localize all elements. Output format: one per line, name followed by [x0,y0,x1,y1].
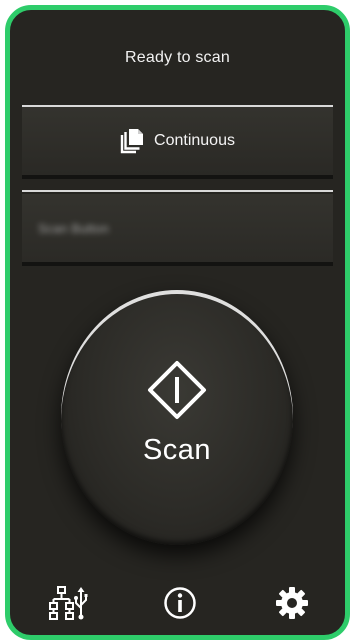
scan-button[interactable]: Scan [61,290,293,545]
continuous-mode-button[interactable]: Continuous [22,107,333,175]
scan-profile-button[interactable]: Scan Button [22,194,333,262]
middle-divider [22,190,333,192]
info-icon[interactable] [158,583,202,623]
documents-icon [120,129,144,154]
scan-label: Scan [142,434,212,466]
settings-gear-icon[interactable] [270,583,314,623]
mode-label: Continuous [154,132,235,149]
scanner-panel: Ready to scan Continuous Scan Button Sca… [5,5,350,640]
status-text: Ready to scan [125,48,230,66]
profile-label: Scan Button [38,220,109,236]
network-usb-icon[interactable] [47,583,91,623]
scan-diamond-icon [148,361,206,419]
